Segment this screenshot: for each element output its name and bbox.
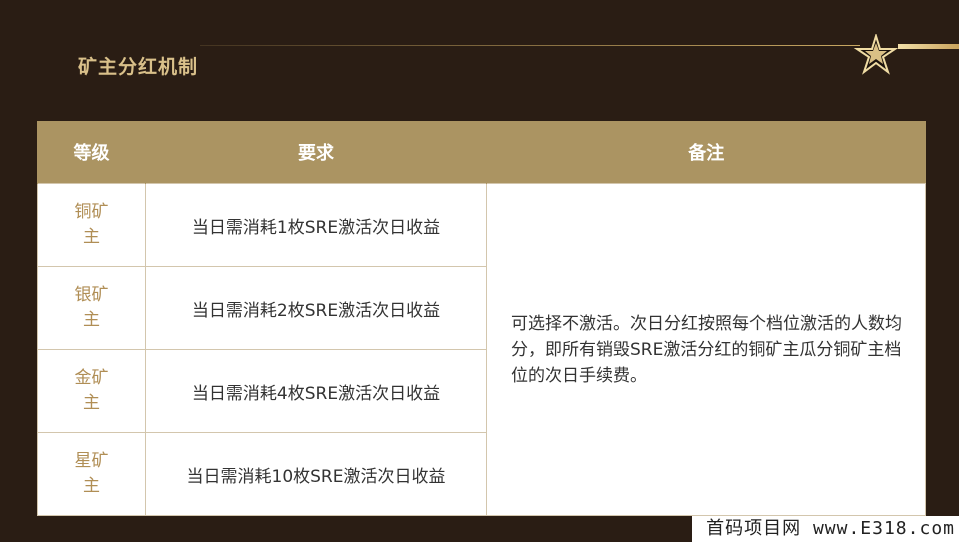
watermark: 首码项目网 www.E318.com [692,516,959,542]
level-label: 金矿主 [74,368,109,413]
requirement-cell: 当日需消耗4枚SRE激活次日收益 [145,349,487,433]
table-header-row: 等级 要求 备注 [37,121,926,184]
level-label: 银矿主 [74,285,109,330]
mining-tier-table: 等级 要求 备注 铜矿主 当日需消耗1枚SRE激活次日收益 可选择不激活。次日分… [37,121,926,516]
star-icon [853,34,899,75]
requirement-cell: 当日需消耗2枚SRE激活次日收益 [145,266,487,350]
level-label: 铜矿主 [74,202,109,247]
header-level: 等级 [37,121,146,184]
slide: 矿主分红机制 等级 要求 备注 铜矿主 当日需消耗1枚SRE激活次日收益 可选择… [0,0,959,542]
level-cell: 星矿主 [37,432,146,516]
note-cell: 可选择不激活。次日分红按照每个档位激活的人数均分，即所有销毁SRE激活分红的铜矿… [486,183,926,516]
title-accent-bar [898,44,959,49]
page-title: 矿主分红机制 [78,56,199,78]
table-row: 铜矿主 当日需消耗1枚SRE激活次日收益 可选择不激活。次日分红按照每个档位激活… [37,183,926,516]
requirement-cell: 当日需消耗10枚SRE激活次日收益 [145,432,487,516]
requirement-cell: 当日需消耗1枚SRE激活次日收益 [145,183,487,267]
level-label: 星矿主 [74,451,109,496]
title-divider-line [200,45,860,46]
header-requirement: 要求 [145,121,487,184]
level-cell: 金矿主 [37,349,146,433]
header-note: 备注 [486,121,926,184]
level-cell: 铜矿主 [37,183,146,267]
level-cell: 银矿主 [37,266,146,350]
